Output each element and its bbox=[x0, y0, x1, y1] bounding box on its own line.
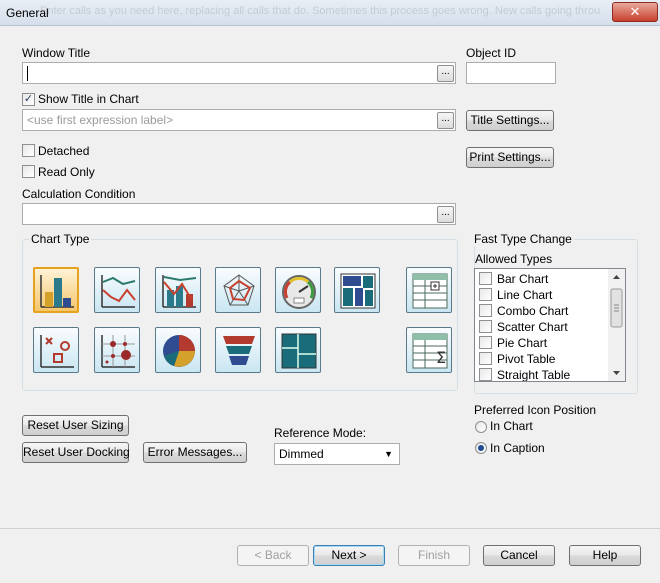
in-chart-radio[interactable] bbox=[475, 421, 487, 433]
svg-text:Σ: Σ bbox=[436, 348, 446, 367]
in-chart-label: In Chart bbox=[490, 419, 533, 433]
allowed-types-label: Allowed Types bbox=[475, 252, 553, 266]
line-chart-icon[interactable] bbox=[94, 267, 140, 313]
chevron-down-icon: ▼ bbox=[384, 449, 393, 459]
pivot-table-checkbox[interactable] bbox=[479, 352, 492, 365]
back-button[interactable]: < Back bbox=[237, 545, 309, 566]
fast-type-change-label: Fast Type Change bbox=[472, 232, 574, 246]
pie-chart-checkbox[interactable] bbox=[479, 336, 492, 349]
scatter-chart-icon[interactable] bbox=[33, 327, 79, 373]
title-text-input[interactable]: <use first expression label> bbox=[22, 109, 456, 131]
window-title-label: Window Title bbox=[22, 46, 91, 60]
list-item-label: Straight Table bbox=[497, 368, 571, 382]
next-button[interactable]: Next > bbox=[313, 545, 385, 566]
pivot-table-icon[interactable] bbox=[406, 267, 452, 313]
footer-separator bbox=[0, 528, 660, 529]
read-only-checkbox[interactable] bbox=[22, 165, 35, 178]
list-item-label: Scatter Chart bbox=[497, 320, 568, 334]
list-item-label: Combo Chart bbox=[497, 304, 569, 318]
reset-user-sizing-button[interactable]: Reset User Sizing bbox=[22, 415, 129, 436]
cancel-button[interactable]: Cancel bbox=[483, 545, 555, 566]
scatter-chart-checkbox[interactable] bbox=[479, 320, 492, 333]
window-title-browse-button[interactable]: ... bbox=[437, 65, 454, 82]
combo-chart-checkbox[interactable] bbox=[479, 304, 492, 317]
window-title-input[interactable] bbox=[22, 62, 456, 84]
preferred-icon-position-label: Preferred Icon Position bbox=[474, 403, 597, 417]
text-caret bbox=[27, 66, 28, 81]
list-item-label: Pivot Table bbox=[497, 352, 556, 366]
object-id-input[interactable] bbox=[466, 62, 556, 84]
reference-mode-label: Reference Mode: bbox=[274, 426, 367, 440]
detached-label: Detached bbox=[38, 144, 90, 158]
straight-table-checkbox[interactable] bbox=[479, 368, 492, 381]
error-messages-button[interactable]: Error Messages... bbox=[143, 442, 247, 463]
chart-type-label: Chart Type bbox=[29, 232, 92, 246]
title-settings-button[interactable]: Title Settings... bbox=[466, 110, 554, 131]
reference-mode-value: Dimmed bbox=[279, 447, 324, 461]
in-caption-label: In Caption bbox=[490, 441, 545, 455]
close-button[interactable]: ✕ bbox=[612, 2, 658, 22]
bar-chart-checkbox[interactable] bbox=[479, 272, 492, 285]
background-text: Enter calls as you need here, replacing … bbox=[40, 5, 600, 17]
mekko-chart-icon[interactable] bbox=[275, 327, 321, 373]
show-title-checkbox[interactable]: ✓ bbox=[22, 93, 35, 106]
allowed-types-list[interactable]: Bar Chart Line Chart Combo Chart Scatter… bbox=[474, 268, 626, 382]
title-text-placeholder: <use first expression label> bbox=[27, 113, 174, 127]
window-title: General bbox=[6, 6, 49, 20]
in-caption-radio[interactable] bbox=[475, 442, 487, 454]
object-id-label: Object ID bbox=[466, 46, 517, 60]
finish-button[interactable]: Finish bbox=[398, 545, 470, 566]
straight-table-icon[interactable]: Σ bbox=[406, 327, 452, 373]
list-scrollbar[interactable] bbox=[608, 269, 625, 381]
radar-chart-icon[interactable] bbox=[215, 267, 261, 313]
pie-chart-icon[interactable] bbox=[155, 327, 201, 373]
show-title-label: Show Title in Chart bbox=[38, 92, 139, 106]
calc-condition-input[interactable] bbox=[22, 203, 456, 225]
line-chart-checkbox[interactable] bbox=[479, 288, 492, 301]
list-item-label: Pie Chart bbox=[497, 336, 548, 350]
list-item-label: Line Chart bbox=[497, 288, 553, 302]
block-chart-icon[interactable] bbox=[334, 267, 380, 313]
combo-chart-icon[interactable] bbox=[155, 267, 201, 313]
funnel-chart-icon[interactable] bbox=[215, 327, 261, 373]
bar-chart-icon[interactable] bbox=[33, 267, 79, 313]
calc-condition-browse-button[interactable]: ... bbox=[437, 206, 454, 223]
title-bar: Enter calls as you need here, replacing … bbox=[0, 0, 660, 26]
help-button[interactable]: Help bbox=[569, 545, 641, 566]
calc-condition-label: Calculation Condition bbox=[22, 187, 136, 201]
gauge-chart-icon[interactable] bbox=[275, 267, 321, 313]
list-item-label: Bar Chart bbox=[497, 272, 549, 286]
read-only-label: Read Only bbox=[38, 165, 95, 179]
grid-chart-icon[interactable] bbox=[94, 327, 140, 373]
title-text-browse-button[interactable]: ... bbox=[437, 112, 454, 129]
print-settings-button[interactable]: Print Settings... bbox=[466, 147, 554, 168]
detached-checkbox[interactable] bbox=[22, 144, 35, 157]
reset-user-docking-button[interactable]: Reset User Docking bbox=[22, 442, 130, 463]
reference-mode-select[interactable]: Dimmed ▼ bbox=[274, 443, 400, 465]
